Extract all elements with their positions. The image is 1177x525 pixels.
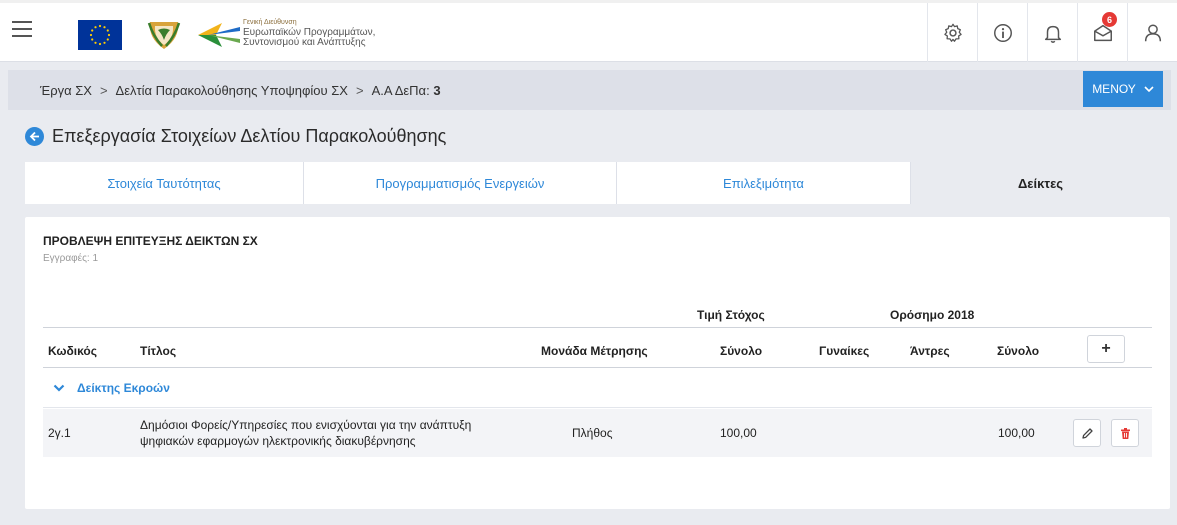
- column-header-men: Άντρες: [910, 344, 950, 358]
- eu-star-icon: [98, 42, 102, 46]
- panel-title: ΠΡΟΒΛΕΨΗ ΕΠΙΤΕΥΞΗΣ ΔΕΙΚΤΩΝ ΣΧ: [43, 234, 258, 248]
- brand-title: Γενική Διεύθυνση Ευρωπαϊκών Προγραμμάτων…: [243, 18, 375, 48]
- cell-title-line-1: Δημόσιοι Φορείς/Υπηρεσίες που ενισχύοντα…: [140, 418, 472, 432]
- user-profile-button[interactable]: [1127, 3, 1177, 62]
- hamburger-menu-icon[interactable]: [12, 21, 32, 39]
- indicators-panel: ΠΡΟΒΛΕΨΗ ΕΠΙΤΕΥΞΗΣ ΔΕΙΚΤΩΝ ΣΧ Εγγραφές: …: [25, 217, 1170, 509]
- eu-star-icon: [103, 26, 106, 29]
- chevron-down-icon: [53, 384, 65, 392]
- tab-indicators[interactable]: Δείκτες: [911, 162, 1170, 204]
- column-header-target-total: Σύνολο: [720, 344, 763, 358]
- indicator-group-row[interactable]: Δείκτης Εκροών: [43, 368, 1152, 408]
- notifications-button[interactable]: [1027, 3, 1077, 62]
- column-header-unit: Μονάδα Μέτρησης: [541, 344, 648, 358]
- column-header-women: Γυναίκες: [819, 344, 870, 358]
- cell-unit: Πλήθος: [572, 426, 613, 440]
- header-icon-bar: 6: [927, 3, 1177, 62]
- breadcrumb-item-current-label: Α.Α ΔεΠα:: [371, 83, 430, 98]
- eu-flag-logo: [78, 20, 122, 50]
- breadcrumb-item-projects[interactable]: Έργα ΣΧ: [40, 83, 92, 98]
- user-icon: [1144, 23, 1161, 41]
- menu-button[interactable]: ΜΕΝΟΥ: [1083, 71, 1163, 107]
- tab-identity[interactable]: Στοιχεία Ταυτότητας: [25, 162, 304, 204]
- table-row: 2γ.1 Δημόσιοι Φορείς/Υπηρεσίες που ενισχ…: [43, 409, 1152, 457]
- column-header-title: Τίτλος: [140, 344, 177, 358]
- eu-star-icon: [89, 33, 93, 37]
- breadcrumb-bar: Έργα ΣΧ > Δελτία Παρακολούθησης Υποψηφίου …: [8, 70, 1171, 110]
- info-icon: [993, 23, 1012, 42]
- cell-target-total: 100,00: [720, 426, 757, 440]
- column-header-milestone-total: Σύνολο: [997, 344, 1040, 358]
- cell-code: 2γ.1: [48, 426, 71, 440]
- tab-bar: Στοιχεία Ταυτότητας Προγραμματισμός Ενερ…: [25, 162, 1170, 204]
- breadcrumb-item-monitoring-sheets[interactable]: Δελτία Παρακολούθησης Υποψηφίου ΣΧ: [116, 83, 348, 98]
- menu-button-label: ΜΕΝΟΥ: [1092, 82, 1136, 96]
- breadcrumb: Έργα ΣΧ > Δελτία Παρακολούθησης Υποψηφίου …: [40, 83, 441, 98]
- page-title-row: Επεξεργασία Στοιχείων Δελτίου Παρακολούθ…: [25, 126, 446, 147]
- info-button[interactable]: [977, 3, 1027, 62]
- target-group-header: Τιμή Στόχος: [697, 308, 765, 322]
- arrow-left-icon: [29, 131, 39, 142]
- eu-star-icon: [94, 41, 97, 44]
- trash-icon: [1120, 427, 1130, 439]
- edit-row-button[interactable]: [1073, 419, 1101, 447]
- breadcrumb-separator: >: [99, 83, 108, 98]
- tab-action-planning[interactable]: Προγραμματισμός Ενεργειών: [304, 162, 617, 204]
- bell-icon: [1044, 25, 1061, 43]
- delete-row-button[interactable]: [1111, 419, 1139, 447]
- add-indicator-button[interactable]: +: [1087, 335, 1125, 363]
- back-button[interactable]: [25, 127, 44, 146]
- eu-star-icon: [98, 24, 102, 28]
- column-header-code: Κωδικός: [48, 344, 98, 358]
- eu-star-icon: [106, 38, 109, 41]
- header-divider: [43, 327, 1152, 328]
- cell-milestone-total: 100,00: [998, 426, 1035, 440]
- tab-eligibility[interactable]: Επιλεξιμότητα: [617, 162, 911, 204]
- brand-arrow-logo: [198, 23, 240, 47]
- cell-title: Δημόσιοι Φορείς/Υπηρεσίες που ενισχύοντα…: [140, 417, 471, 449]
- eu-star-icon: [91, 38, 94, 41]
- eu-star-icon: [106, 29, 109, 32]
- records-count: Εγγραφές: 1: [43, 253, 99, 264]
- cyprus-emblem-logo: [146, 18, 182, 52]
- milestone-group-header: Ορόσημο 2018: [890, 308, 975, 322]
- eu-star-icon: [107, 33, 111, 37]
- messages-button[interactable]: 6: [1077, 3, 1127, 62]
- gear-icon: [943, 23, 962, 42]
- eu-star-icon: [91, 29, 94, 32]
- chevron-down-icon: [1144, 86, 1154, 93]
- eu-star-icon: [94, 26, 97, 29]
- breadcrumb-separator: >: [355, 83, 364, 98]
- settings-button[interactable]: [927, 3, 977, 62]
- cell-title-line-2: ψηφιακών εφαρμογών ηλεκτρονικής διακυβέρ…: [140, 434, 416, 448]
- pencil-icon: [1081, 427, 1093, 439]
- top-header: Γενική Διεύθυνση Ευρωπαϊκών Προγραμμάτων…: [0, 0, 1177, 62]
- page-title: Επεξεργασία Στοιχείων Δελτίου Παρακολούθ…: [52, 126, 447, 146]
- messages-count-badge: 6: [1102, 12, 1117, 27]
- indicator-group-label: Δείκτης Εκροών: [77, 380, 170, 395]
- breadcrumb-item-current-value: 3: [433, 83, 441, 98]
- eu-star-icon: [103, 41, 106, 44]
- brand-line-2: Συντονισμού και Ανάπτυξης: [243, 37, 366, 48]
